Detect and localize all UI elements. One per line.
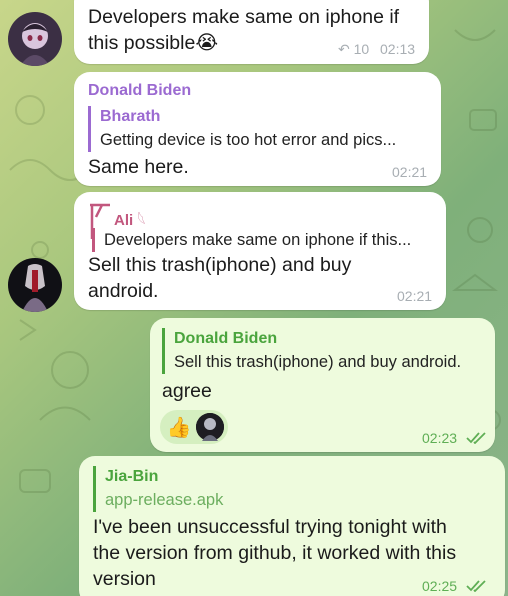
sender-avatar[interactable] (8, 12, 62, 66)
message-text: I've been unsuccessful trying tonight wi… (93, 516, 447, 538)
thumbs-up-reaction[interactable]: 👍 (165, 413, 193, 441)
reply-file-name[interactable]: app-release.apk (105, 488, 223, 512)
reply-preview[interactable]: Developers make same on iphone if this..… (92, 228, 411, 252)
reply-author: Jia-Bin (105, 468, 159, 485)
reply-author: Bharath (100, 108, 161, 125)
message-time: 02:21 (397, 288, 433, 304)
read-checkmarks-icon (466, 580, 486, 592)
message-bubble-2[interactable]: Donald Biden Bharath Getting device is t… (74, 72, 441, 186)
crying-emoji: 😭 (195, 32, 219, 54)
read-checkmarks-icon (466, 432, 486, 444)
reply-text: Getting device is too hot error and pics… (100, 131, 397, 149)
reply-preview[interactable]: Donald Biden Sell this trash(iphone) and… (162, 328, 461, 374)
reply-count[interactable]: ↶ 10 (338, 41, 369, 58)
message-text: Sell this trash(iphone) and buy (88, 254, 352, 276)
avatar-image-icon (8, 12, 62, 66)
message-time: 02:13 (380, 41, 416, 57)
reactor-avatar[interactable] (196, 413, 224, 441)
message-text: Developers make same on iphone if (88, 6, 400, 28)
message-time: 02:21 (392, 164, 428, 180)
message-text: Same here. (88, 156, 189, 178)
reply-text: Developers make same on iphone if this..… (104, 231, 412, 249)
reply-author: Donald Biden (174, 330, 278, 347)
thumbs-up-icon: 👍 (166, 416, 192, 439)
message-bubble-3[interactable]: Ali 𓆩 Developers make same on iphone if … (74, 192, 446, 310)
reply-text: Sell this trash(iphone) and buy android. (174, 353, 462, 371)
avatar-image-icon (8, 258, 62, 312)
message-text: the version from github, it worked with … (93, 542, 457, 564)
sender-avatar[interactable] (8, 258, 62, 312)
reactions-bar[interactable]: 👍 (160, 410, 228, 444)
message-bubble-4[interactable]: Donald Biden Sell this trash(iphone) and… (150, 318, 495, 452)
reply-arrow-icon: ↶ (338, 41, 350, 57)
sender-name[interactable]: Donald Biden (88, 82, 191, 100)
message-text: version (93, 568, 156, 590)
message-text: android. (88, 280, 159, 302)
sender-name[interactable]: Ali 𓆩 (114, 205, 146, 230)
message-text: agree (162, 380, 212, 402)
message-bubble-1[interactable]: Developers make same on iphone if this p… (74, 0, 429, 64)
reply-preview[interactable]: Jia-Bin app-release.apk (93, 466, 223, 512)
message-time: 02:23 (422, 430, 458, 446)
message-text: this possible😭 (88, 32, 219, 54)
avatar-image-icon (196, 413, 224, 441)
message-time: 02:25 (422, 578, 458, 594)
message-bubble-5[interactable]: Jia-Bin app-release.apk I've been unsucc… (79, 456, 505, 596)
reply-preview[interactable]: Bharath Getting device is too hot error … (88, 106, 396, 152)
